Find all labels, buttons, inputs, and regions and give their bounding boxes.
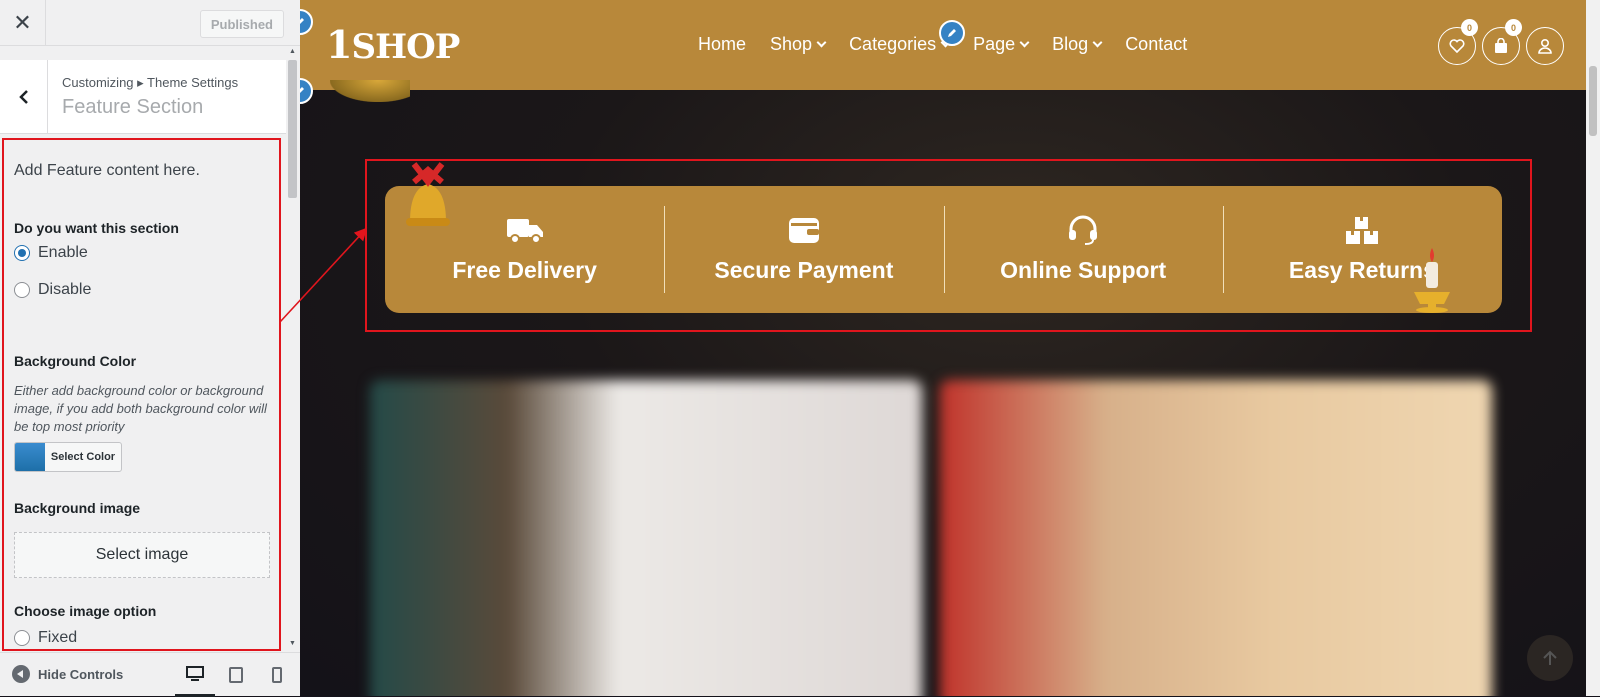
- collapse-icon: [12, 665, 30, 683]
- nav-home[interactable]: Home: [698, 34, 746, 55]
- feature-title: Online Support: [1000, 257, 1167, 283]
- banner-card-right[interactable]: [940, 380, 1492, 696]
- preview-desktop-button[interactable]: [175, 653, 215, 697]
- feature-item-easy-returns: Easy Returns: [1222, 186, 1502, 313]
- image-option-title: Choose image option: [14, 603, 157, 619]
- pencil-icon: [948, 29, 956, 37]
- nav-shop[interactable]: Shop: [770, 34, 827, 55]
- radio-unchecked-icon[interactable]: [14, 282, 30, 298]
- gold-ornament-decoration: [330, 80, 410, 102]
- radio-enable-label: Enable: [38, 244, 88, 261]
- wishlist-button[interactable]: 0: [1438, 19, 1478, 65]
- chevron-down-icon: [1092, 37, 1103, 48]
- section-title: Feature Section: [62, 96, 204, 118]
- radio-fixed-label: Fixed: [38, 629, 78, 646]
- wallet-icon: [788, 218, 819, 243]
- sidebar-scrollbar-thumb[interactable]: [288, 60, 297, 198]
- wishlist-count-badge: 0: [1461, 19, 1478, 36]
- desktop-icon: [186, 665, 204, 681]
- site-header: 1SHOP Home Shop Categories Page Blog Con…: [300, 0, 1586, 90]
- radio-enable[interactable]: Enable: [14, 244, 88, 262]
- radio-fixed[interactable]: Fixed: [14, 629, 77, 647]
- feature-item-online-support: Online Support: [943, 186, 1223, 313]
- color-swatch: [15, 443, 45, 471]
- mobile-icon: [272, 667, 282, 683]
- enable-section-title: Do you want this section: [14, 220, 179, 236]
- edit-menu-pencil[interactable]: [939, 20, 965, 46]
- pencil-icon: [300, 18, 304, 24]
- preview-scrollbar-thumb[interactable]: [1589, 66, 1597, 136]
- section-header: Customizing ▸ Theme Settings Feature Sec…: [0, 60, 286, 134]
- headset-icon: [1069, 215, 1098, 245]
- scroll-to-top-button[interactable]: [1527, 635, 1573, 681]
- candle-decoration: [1414, 248, 1450, 313]
- select-image-button[interactable]: Select image: [14, 532, 270, 578]
- scroll-up-icon[interactable]: ▲: [289, 48, 296, 55]
- nav-contact[interactable]: Contact: [1125, 34, 1187, 55]
- site-logo[interactable]: 1SHOP: [326, 22, 460, 67]
- bag-icon: [1495, 38, 1507, 53]
- account-button[interactable]: [1526, 27, 1564, 65]
- publish-button[interactable]: Published: [199, 10, 284, 38]
- nav-page[interactable]: Page: [973, 34, 1030, 55]
- close-customizer-button[interactable]: ✕: [0, 0, 46, 46]
- hide-controls-button[interactable]: Hide Controls: [12, 665, 123, 683]
- radio-checked-icon[interactable]: [14, 245, 30, 261]
- preview-mobile-button[interactable]: [257, 653, 297, 697]
- cart-button[interactable]: 0: [1482, 19, 1522, 65]
- chevron-down-icon: [1019, 37, 1030, 48]
- customizer-header: ✕ Published: [0, 0, 300, 46]
- radio-disable-label: Disable: [38, 281, 92, 298]
- background-color-title: Background Color: [14, 353, 137, 369]
- background-image-title: Background image: [14, 500, 141, 516]
- user-icon: [1538, 38, 1552, 54]
- nav-categories[interactable]: Categories: [849, 34, 951, 55]
- customizer-sidebar: ✕ Published Customizing ▸ Theme Settings…: [0, 0, 300, 697]
- feature-item-secure-payment: Secure Payment: [664, 186, 943, 313]
- tablet-icon: [229, 667, 243, 683]
- section-description: Add Feature content here.: [14, 162, 200, 179]
- banner-card-left[interactable]: [370, 380, 922, 696]
- chevron-down-icon: [816, 37, 827, 48]
- truck-icon: [506, 219, 543, 244]
- preview-tablet-button[interactable]: [216, 653, 256, 697]
- close-icon: ✕: [13, 10, 32, 35]
- arrow-up-icon: [1543, 650, 1557, 665]
- radio-disable[interactable]: Disable: [14, 281, 91, 299]
- radio-unchecked-icon[interactable]: [14, 630, 30, 646]
- feature-title: Secure Payment: [714, 257, 894, 283]
- select-color-label: Select Color: [50, 451, 116, 463]
- feature-controls-panel: Add Feature content here. Do you want th…: [2, 138, 281, 651]
- customizer-footer: Hide Controls: [0, 652, 300, 697]
- scroll-down-icon[interactable]: ▼: [289, 640, 296, 647]
- pencil-icon: [300, 87, 304, 93]
- site-preview: 1SHOP Home Shop Categories Page Blog Con…: [300, 0, 1600, 696]
- nav-blog[interactable]: Blog: [1052, 34, 1103, 55]
- boxes-icon: [1346, 217, 1379, 244]
- background-color-description: Either add background color or backgroun…: [14, 383, 267, 434]
- feature-title: Free Delivery: [452, 257, 597, 283]
- christmas-bell-decoration: [406, 162, 450, 226]
- select-color-button[interactable]: Select Color: [14, 442, 122, 472]
- breadcrumb: Customizing ▸ Theme Settings: [62, 75, 239, 90]
- back-button[interactable]: [0, 60, 48, 134]
- heart-icon: [1449, 39, 1465, 53]
- cart-count-badge: 0: [1505, 19, 1522, 36]
- chevron-left-icon: [18, 90, 28, 104]
- hide-controls-label: Hide Controls: [38, 666, 124, 682]
- feature-bar: Free Delivery Secure Payment Online Supp…: [385, 186, 1502, 313]
